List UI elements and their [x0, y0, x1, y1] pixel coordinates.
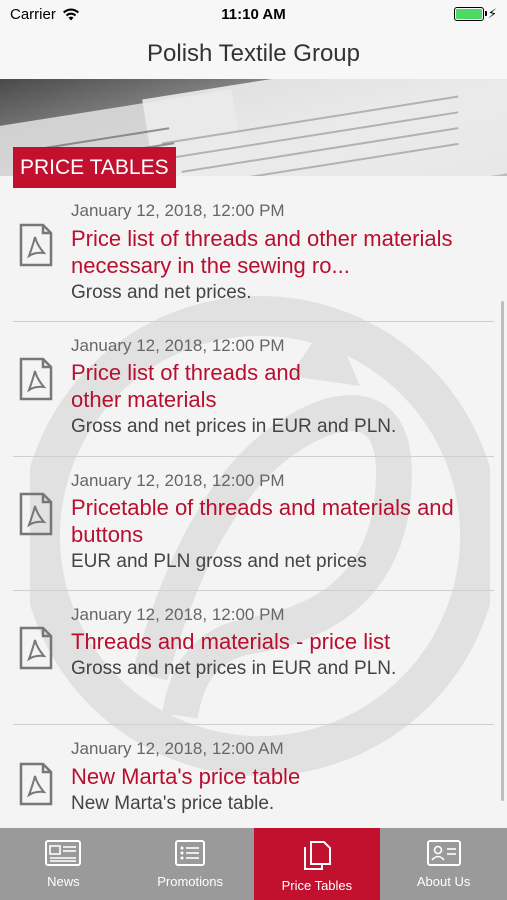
- item-date: January 12, 2018, 12:00 PM: [71, 201, 285, 220]
- tab-promotions[interactable]: Promotions: [127, 828, 254, 900]
- item-title[interactable]: Pricetable of threads and materials and …: [71, 494, 491, 548]
- tab-about-us[interactable]: About Us: [380, 828, 507, 900]
- pdf-document-icon: [19, 762, 53, 806]
- item-title[interactable]: Threads and materials - price list: [71, 628, 491, 655]
- item-subtitle: Gross and net prices in EUR and PLN.: [71, 658, 397, 679]
- list-icon: [175, 840, 206, 866]
- item-date: January 12, 2018, 12:00 PM: [71, 605, 285, 624]
- list-item[interactable]: January 12, 2018, 12:00 PM Price list of…: [13, 176, 494, 310]
- tab-label: About Us: [416, 874, 471, 889]
- id-card-icon: [426, 840, 461, 866]
- tab-label: Price Tables: [281, 878, 353, 893]
- tab-news[interactable]: News: [0, 828, 127, 900]
- newspaper-icon: [45, 840, 82, 866]
- list-item[interactable]: January 12, 2018, 12:00 PM Pricetable of…: [13, 456, 494, 590]
- status-bar: Carrier 11:10 AM ⚡: [0, 0, 507, 28]
- battery-icon: [453, 7, 487, 21]
- tab-price-tables[interactable]: Price Tables: [253, 828, 381, 900]
- pdf-document-icon: [19, 626, 53, 670]
- page-title: Polish Textile Group: [147, 39, 360, 67]
- section-badge: PRICE TABLES: [13, 147, 176, 188]
- tab-label: News: [47, 874, 80, 889]
- item-title[interactable]: Price list of threads and other material…: [71, 225, 491, 279]
- pdf-document-icon: [19, 357, 53, 401]
- tab-bar: News Promotions Price Tables About Us: [0, 828, 507, 900]
- list-item[interactable]: January 12, 2018, 12:00 PM Price list of…: [13, 321, 494, 455]
- item-title[interactable]: New Marta's price table: [71, 763, 491, 790]
- item-date: January 12, 2018, 12:00 AM: [71, 739, 284, 758]
- price-table-list[interactable]: January 12, 2018, 12:00 PM Price list of…: [0, 176, 507, 828]
- documents-icon: [303, 841, 331, 870]
- item-subtitle: New Marta's price table.: [71, 793, 275, 814]
- tab-label: Promotions: [157, 874, 223, 889]
- item-subtitle: Gross and net prices in EUR and PLN.: [71, 416, 397, 437]
- pdf-document-icon: [19, 223, 53, 267]
- pdf-document-icon: [19, 492, 53, 536]
- item-date: January 12, 2018, 12:00 PM: [71, 336, 285, 355]
- list-item[interactable]: January 12, 2018, 12:00 PM Threads and m…: [13, 590, 494, 724]
- status-time: 11:10 AM: [221, 5, 286, 23]
- navigation-bar: Polish Textile Group: [0, 28, 507, 79]
- item-subtitle: Gross and net prices.: [71, 282, 252, 303]
- item-subtitle: EUR and PLN gross and net prices: [71, 551, 367, 572]
- item-title[interactable]: Price list of threads and other material…: [71, 359, 341, 413]
- list-item[interactable]: January 12, 2018, 12:00 AM New Marta's p…: [13, 724, 494, 828]
- item-date: January 12, 2018, 12:00 PM: [71, 471, 285, 490]
- scroll-indicator[interactable]: [501, 301, 504, 801]
